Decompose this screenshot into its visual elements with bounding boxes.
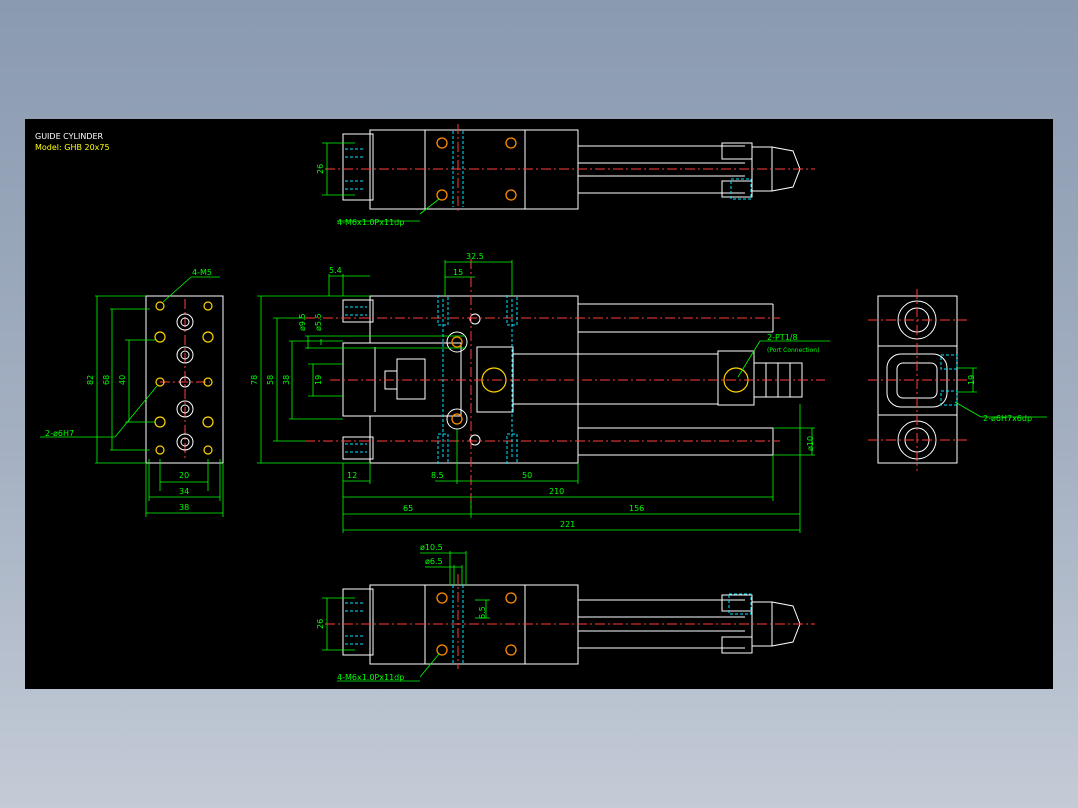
end-view: 82 68 40 20 34 38 4-M5 2-ø6H7 — [40, 268, 224, 517]
right-callout: 2-ø6H7x6dp — [983, 414, 1032, 423]
front-dim-32-5: 32.5 — [466, 252, 484, 261]
front-dim-d10: ø10 — [806, 436, 815, 451]
front-dim-221: 221 — [560, 520, 575, 529]
front-dim-78: 78 — [250, 375, 259, 385]
drawing-canvas: GUIDE CYLINDER Model: GHB 20x75 26 4-M6x… — [25, 119, 1053, 689]
end-dim-34: 34 — [179, 487, 189, 496]
end-callout-pin: 2-ø6H7 — [45, 429, 74, 438]
front-dim-19: 19 — [314, 375, 323, 385]
end-dim-68: 68 — [102, 375, 111, 385]
end-dim-40: 40 — [118, 375, 127, 385]
front-dim-65: 65 — [403, 504, 413, 513]
bottom-dim-d10-5: ø10.5 — [420, 543, 443, 552]
bottom-view: ø10.5 ø6.5 6.5 26 4-M6x1.0Px11dp — [316, 543, 815, 682]
drawing-title: GUIDE CYLINDER — [35, 132, 104, 141]
front-dim-d5-5: ø5.5 — [314, 313, 323, 331]
front-dim-50: 50 — [522, 471, 532, 480]
front-dim-58: 58 — [266, 375, 275, 385]
front-dim-210: 210 — [549, 487, 564, 496]
right-dim-19: 19 — [967, 375, 976, 385]
drawing-model: Model: GHB 20x75 — [35, 143, 110, 152]
front-port-callout: 2-PT1/8 — [767, 333, 798, 342]
end-dim-20: 20 — [179, 471, 189, 480]
front-dim-12: 12 — [347, 471, 357, 480]
cad-drawing: GUIDE CYLINDER Model: GHB 20x75 26 4-M6x… — [35, 124, 1047, 682]
front-dim-38: 38 — [282, 375, 291, 385]
end-dim-38: 38 — [179, 503, 189, 512]
end-dim-82: 82 — [86, 375, 95, 385]
front-dim-5-4: 5.4 — [329, 266, 342, 275]
end-callout-m5: 4-M5 — [192, 268, 212, 277]
front-port-note: (Port Connection) — [767, 347, 819, 354]
front-dim-156: 156 — [629, 504, 644, 513]
top-callout: 4-M6x1.0Px11dp — [337, 218, 404, 227]
top-view: 26 4-M6x1.0Px11dp — [316, 124, 815, 227]
front-dim-d9-5: ø9.5 — [298, 313, 307, 331]
right-view: 19 2-ø6H7x6dp — [868, 289, 1047, 471]
bottom-dim-6-5: 6.5 — [478, 606, 487, 619]
front-view: 5.4 32.5 15 ø9.5 ø5.5 78 58 38 19 12 8.5… — [250, 252, 830, 533]
bottom-callout: 4-M6x1.0Px11dp — [337, 673, 404, 682]
front-dim-15: 15 — [453, 268, 463, 277]
bottom-dim-height: 26 — [316, 619, 325, 629]
bottom-dim-d6-5: ø6.5 — [425, 557, 443, 566]
front-dim-8-5: 8.5 — [431, 471, 444, 480]
top-dim-height: 26 — [316, 164, 325, 174]
